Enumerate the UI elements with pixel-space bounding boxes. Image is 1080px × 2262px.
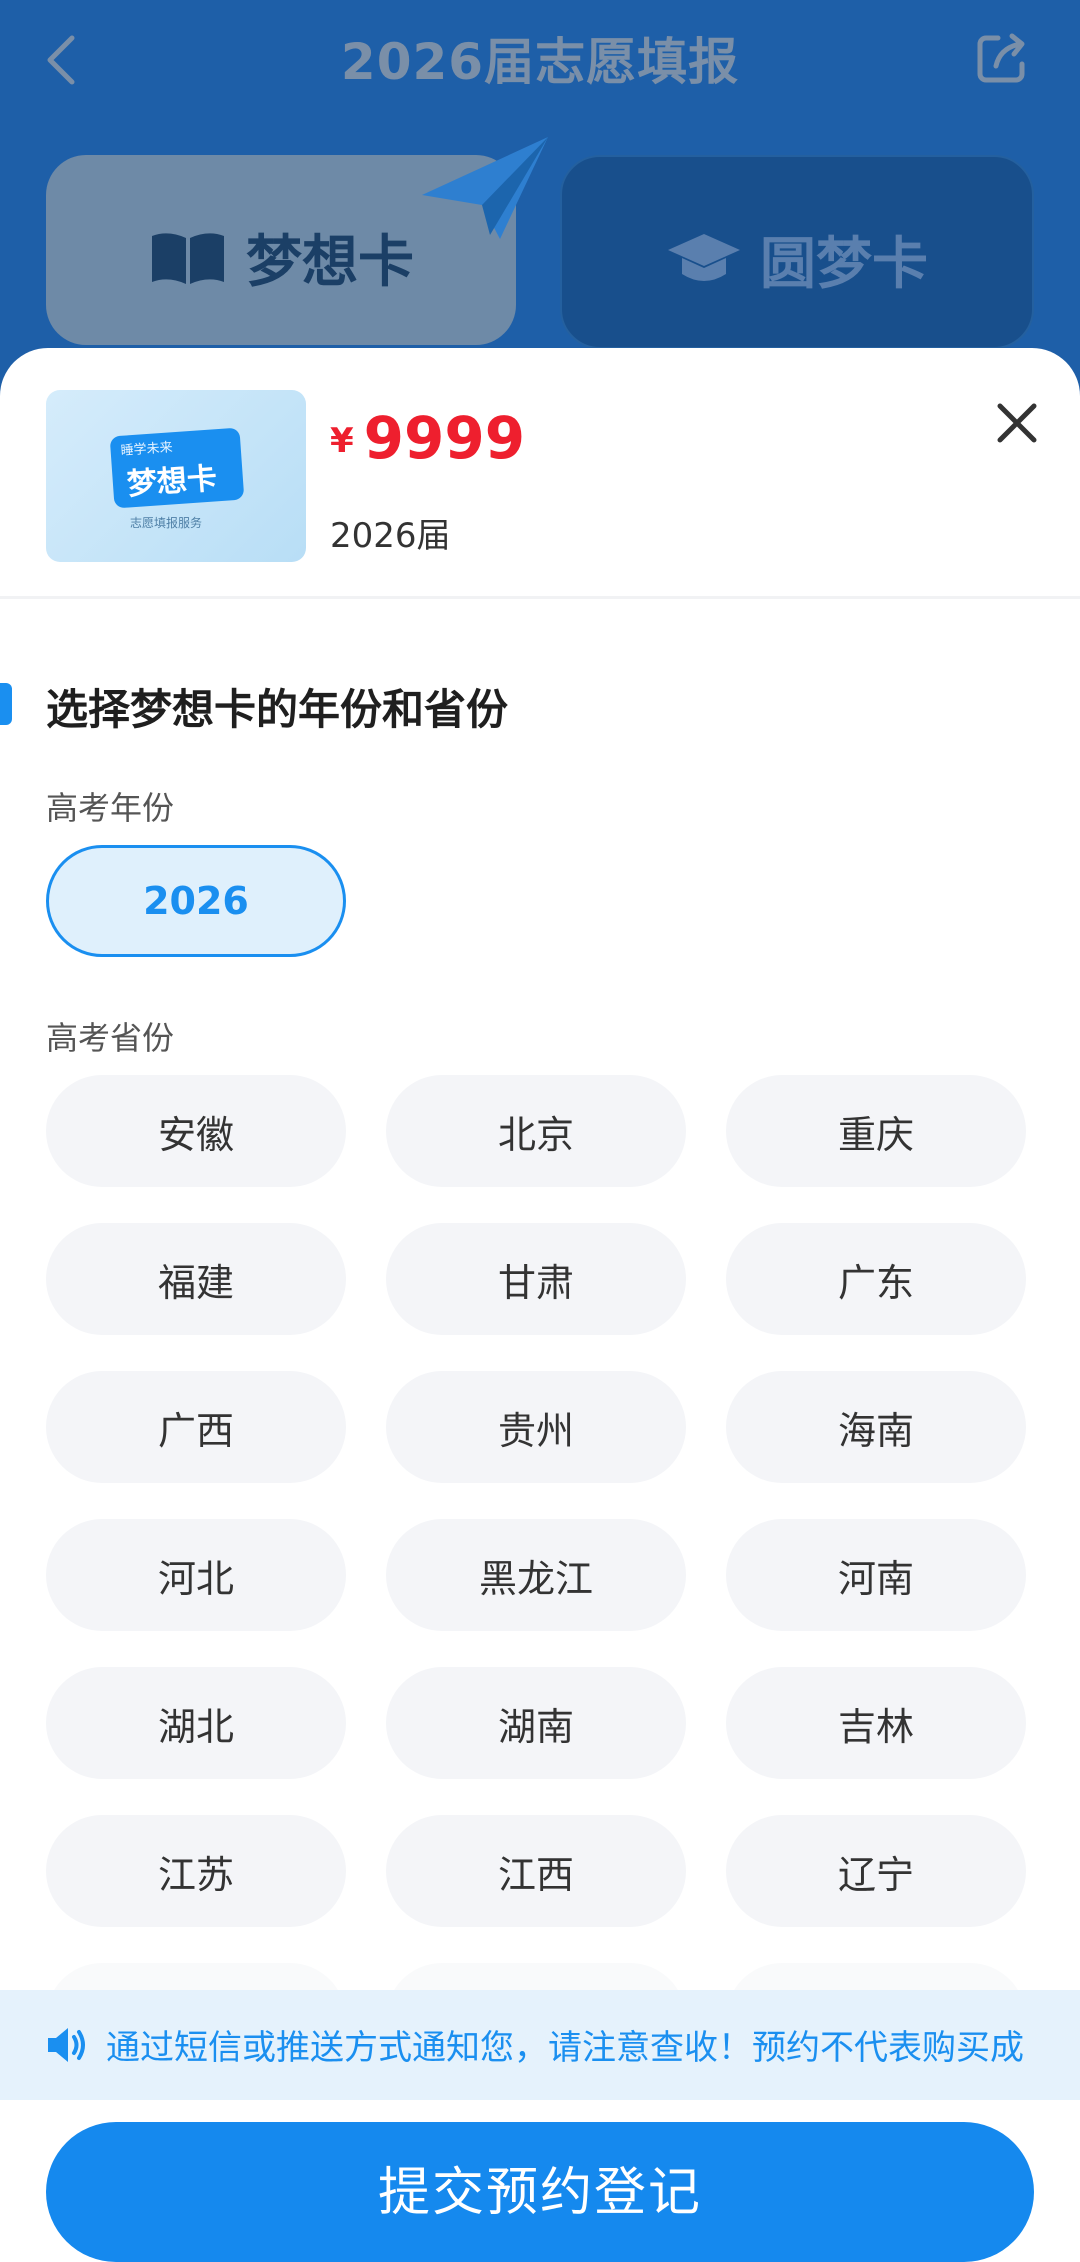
section-marker [0,683,12,725]
thumbnail-card: 睡学未来 梦想卡 [109,427,245,509]
province-chip[interactable]: 安徽 [46,1075,346,1187]
divider [0,596,1080,599]
province-chip[interactable]: 湖北 [46,1667,346,1779]
year-label: 高考年份 [46,789,175,827]
submit-reservation-button[interactable]: 提交预约登记 [46,2122,1034,2262]
province-chip[interactable]: 黑龙江 [386,1519,686,1631]
province-chip[interactable]: 吉林 [726,1667,1026,1779]
share-icon [977,33,1025,83]
province-chip[interactable]: 重庆 [726,1075,1026,1187]
thumbnail-brand: 睡学未来 [120,440,174,459]
graduation-cap-icon [668,233,740,281]
tab-dream-label: 梦想卡 [246,230,414,295]
section-title: 选择梦想卡的年份和省份 [46,685,509,734]
province-chip[interactable]: 广东 [726,1223,1026,1335]
province-chip[interactable]: 河北 [46,1519,346,1631]
province-chip[interactable]: 江西 [386,1815,686,1927]
province-label: 高考省份 [46,1019,175,1057]
tab-fulfil-card[interactable]: 圆梦卡 [560,155,1034,349]
paper-plane-icon [422,137,548,239]
price: ¥9999 [330,404,525,472]
share-button[interactable] [972,28,1032,88]
currency-symbol: ¥ [330,421,354,461]
province-chip[interactable]: 河南 [726,1519,1026,1631]
book-icon [152,232,224,284]
province-chip[interactable]: 辽宁 [726,1815,1026,1927]
province-chip[interactable]: 甘肃 [386,1223,686,1335]
province-chip[interactable]: 广西 [46,1371,346,1483]
province-chip[interactable]: 江苏 [46,1815,346,1927]
price-value: 9999 [363,404,526,472]
top-bar: 2026届志愿填报 [0,0,1080,120]
notice-text: 通过短信或推送方式通知您，请注意查收！预约不代表购买成 [106,2028,1024,2068]
product-thumbnail: 睡学未来 梦想卡 志愿填报服务 [46,390,306,562]
province-chip[interactable]: 湖南 [386,1667,686,1779]
grade-label: 2026届 [330,516,451,556]
province-chip[interactable]: 海南 [726,1371,1026,1483]
tab-fulfil-label: 圆梦卡 [760,232,928,297]
close-button[interactable] [990,396,1044,450]
page-title: 2026届志愿填报 [340,33,740,91]
province-chip[interactable]: 北京 [386,1075,686,1187]
province-chip[interactable]: 贵州 [386,1371,686,1483]
year-chip-2026[interactable]: 2026 [46,845,346,957]
notice-bar: 通过短信或推送方式通知您，请注意查收！预约不代表购买成 [0,1990,1080,2100]
speaker-icon [48,2028,85,2062]
close-icon [997,403,1037,443]
thumbnail-title: 梦想卡 [125,461,219,503]
province-chip[interactable]: 福建 [46,1223,346,1335]
selection-sheet: 睡学未来 梦想卡 志愿填报服务 ¥9999 2026届 选择梦想卡的年份和省份 … [0,348,1080,2247]
thumbnail-subtitle: 志愿填报服务 [130,516,203,530]
